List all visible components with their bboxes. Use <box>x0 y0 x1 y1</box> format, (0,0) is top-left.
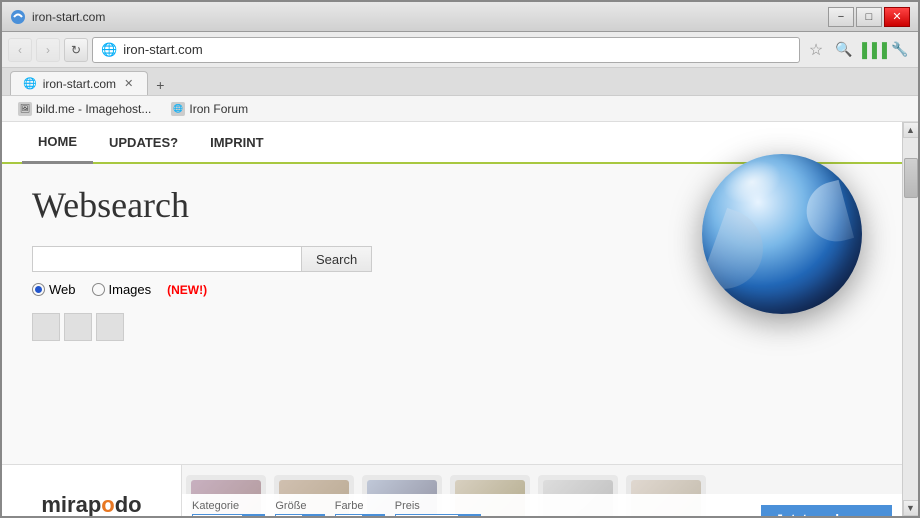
filter-groesse-arrow[interactable]: ▼ <box>302 514 324 516</box>
filter-farbe-arrow[interactable]: ▼ <box>362 514 384 516</box>
logo-o: o <box>101 492 114 517</box>
search-input[interactable] <box>32 246 302 272</box>
filter-groesse: Größe 39 ▼ <box>275 500 324 516</box>
bookmark-bildme[interactable]: 🖼 bild.me - Imagehost... <box>10 100 159 118</box>
maximize-button[interactable]: □ <box>856 7 882 27</box>
address-icon: 🌐 <box>101 42 117 58</box>
logo-sphere <box>702 154 882 334</box>
scroll-thumb[interactable] <box>904 158 918 198</box>
tabs-bar: 🌐 iron-start.com ✕ + <box>2 68 918 96</box>
filter-preis-arrow[interactable]: ▼ <box>458 514 480 516</box>
filter-groesse-label: Größe <box>275 500 324 512</box>
window-controls: − □ ✕ <box>828 7 910 27</box>
page-content: HOME UPDATES? IMPRINT Websearch <box>2 122 902 516</box>
filter-kategorie: Kategorie Pumps ▼ <box>192 500 265 516</box>
nav-updates[interactable]: UPDATES? <box>93 123 194 164</box>
back-button[interactable]: ‹ <box>8 38 32 62</box>
bookmark-bildme-icon: 🖼 <box>18 102 32 116</box>
signal-icon: ▐▐▐ <box>860 38 884 62</box>
site-main: Websearch Search Web Image <box>2 164 902 464</box>
banner-logo[interactable]: mirapodo <box>2 465 182 516</box>
new-label: (NEW!) <box>167 283 207 297</box>
app-icon <box>10 9 26 25</box>
address-text: iron-start.com <box>123 42 202 57</box>
tab-iron-start[interactable]: 🌐 iron-start.com ✕ <box>10 71 148 95</box>
bookmark-bar: 🖼 bild.me - Imagehost... 🌐 Iron Forum <box>2 96 918 122</box>
tab-label: iron-start.com <box>43 77 116 91</box>
filter-kategorie-arrow[interactable]: ▼ <box>242 514 264 516</box>
sphere-graphic <box>702 154 862 314</box>
content-area: HOME UPDATES? IMPRINT Websearch <box>2 122 918 516</box>
bookmark-iron-forum-label: Iron Forum <box>189 102 248 116</box>
tab-close-button[interactable]: ✕ <box>122 77 135 90</box>
vertical-scrollbar: ▲ ▼ <box>902 122 918 516</box>
scroll-track <box>903 138 919 500</box>
bookmark-bildme-label: bild.me - Imagehost... <box>36 102 151 116</box>
window-title: iron-start.com <box>32 10 828 24</box>
scroll-up-button[interactable]: ▲ <box>903 122 919 138</box>
new-tab-button[interactable]: + <box>150 75 170 95</box>
bottom-banner: mirapodo Kategorie <box>2 464 902 516</box>
refresh-button[interactable]: ↻ <box>64 38 88 62</box>
filter-farbe-label: Farbe <box>335 500 385 512</box>
menu-icon[interactable]: 🔧 <box>888 38 912 62</box>
banner-products: Kategorie Pumps ▼ Größe 39 ▼ <box>182 465 902 516</box>
nav-home[interactable]: HOME <box>22 122 93 164</box>
bookmark-iron-forum[interactable]: 🌐 Iron Forum <box>163 100 256 118</box>
tab-favicon: 🌐 <box>23 77 37 90</box>
radio-web[interactable]: Web <box>32 282 76 297</box>
radio-images-label: Images <box>109 282 152 297</box>
filter-preis-label: Preis <box>395 500 482 512</box>
filter-preis-select[interactable]: 50 - 100€ ▼ <box>395 514 482 516</box>
filter-groesse-select[interactable]: 39 ▼ <box>275 514 324 516</box>
filter-farbe-select[interactable]: rot ▼ <box>335 514 385 516</box>
address-bar[interactable]: 🌐 iron-start.com <box>92 37 800 63</box>
square-3 <box>96 313 124 341</box>
square-1 <box>32 313 60 341</box>
mirapodo-logo: mirapodo <box>41 492 141 517</box>
radio-web-label: Web <box>49 282 76 297</box>
radio-images-dot <box>92 283 105 296</box>
square-2 <box>64 313 92 341</box>
scroll-down-button[interactable]: ▼ <box>903 500 919 516</box>
filter-overlay: Kategorie Pumps ▼ Größe 39 ▼ <box>182 494 902 516</box>
jetzt-suchen-button[interactable]: Jetzt suchen → <box>761 505 892 516</box>
filter-kategorie-label: Kategorie <box>192 500 265 512</box>
nav-bar: ‹ › ↻ 🌐 iron-start.com ☆ 🔍 ▐▐▐ 🔧 <box>2 32 918 68</box>
bookmark-star[interactable]: ☆ <box>804 38 828 62</box>
title-bar: iron-start.com − □ ✕ <box>2 2 918 32</box>
search-button[interactable]: Search <box>302 246 372 272</box>
forward-button[interactable]: › <box>36 38 60 62</box>
extensions-icon[interactable]: 🔍 <box>832 38 856 62</box>
nav-imprint[interactable]: IMPRINT <box>194 123 279 164</box>
radio-images[interactable]: Images <box>92 282 152 297</box>
filter-preis: Preis 50 - 100€ ▼ <box>395 500 482 516</box>
filter-farbe: Farbe rot ▼ <box>335 500 385 516</box>
bookmark-iron-forum-icon: 🌐 <box>171 102 185 116</box>
radio-web-dot <box>32 283 45 296</box>
filter-kategorie-select[interactable]: Pumps ▼ <box>192 514 265 516</box>
close-button[interactable]: ✕ <box>884 7 910 27</box>
minimize-button[interactable]: − <box>828 7 854 27</box>
